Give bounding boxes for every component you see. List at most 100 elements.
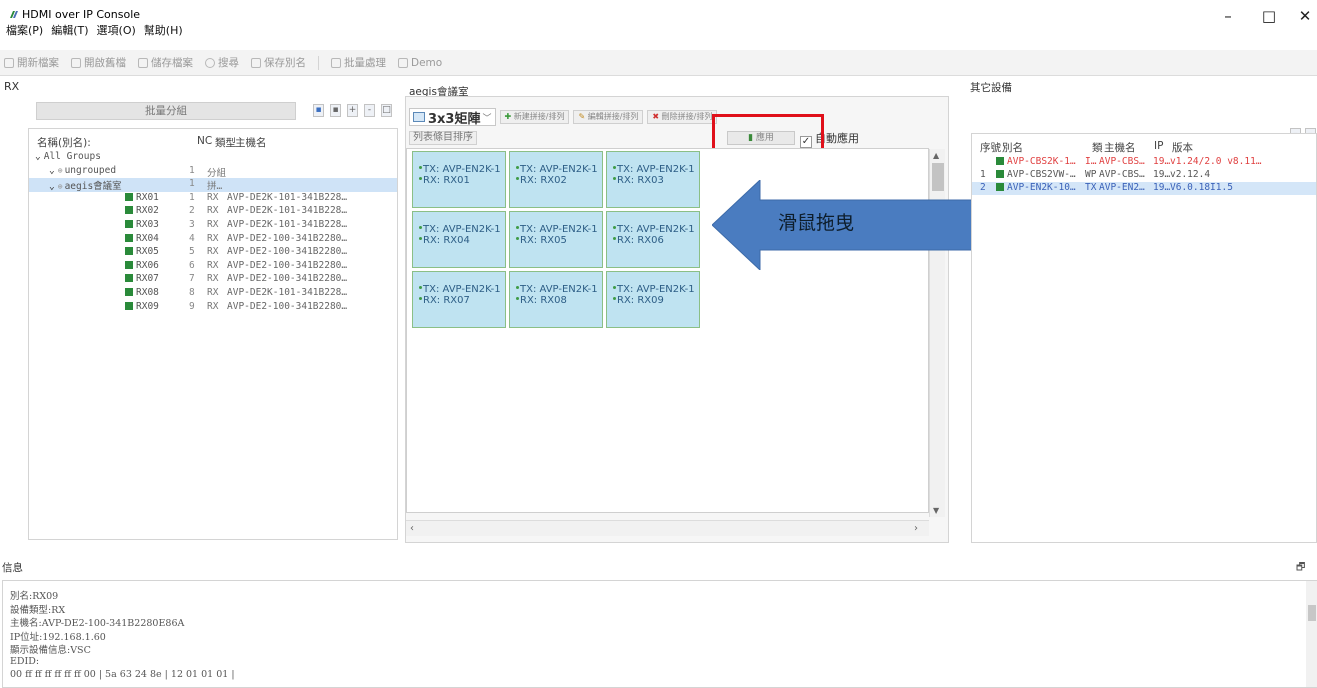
rx-tool-button-5[interactable]: □ [381,104,392,117]
menu-help[interactable]: 幫助(H) [144,22,183,40]
info-line: EDID: [10,655,40,667]
open-file-icon [71,57,81,68]
device-icon [125,288,133,296]
tree-item-label: RX02 [136,205,159,217]
batch-icon [331,57,341,68]
rx-device-row[interactable]: RX06 6 RX AVP-DE2-100-341B2280… [29,260,397,274]
rx-tree: 名稱(別名): NC 類型 主機名 ⌄ All Groups ⌄ ⊕ ungrouped… [28,128,398,540]
matrix-cell-rx: RX: RX03 [613,175,699,186]
tree-item-label: RX08 [136,287,159,298]
info-line: 00 ff ff ff ff ff ff 00 | 5a 63 24 8e | … [10,669,235,680]
minimize-button[interactable]: – [1211,4,1245,28]
device-type: WP [1085,169,1097,180]
menu-options[interactable]: 選項(O) [97,22,136,40]
matrix-cell-rx: RX: RX08 [516,295,602,306]
title-bar: HDMI over IP Console – □ ✕ [0,0,1317,30]
remove-button[interactable]: - [364,104,375,117]
col-name[interactable]: 名稱(別名): [37,135,91,150]
matrix-cell-tx: TX: AVP-EN2K-1 [516,164,602,175]
scroll-left-icon[interactable]: ‹ [410,523,414,534]
demo-button[interactable]: Demo [398,57,442,69]
info-scrollbar[interactable] [1306,581,1317,687]
rx-device-row[interactable]: RX07 7 RX AVP-DE2-100-341B2280… [29,273,397,287]
matrix-cell[interactable]: TX: AVP-EN2K-1 RX: RX08 [509,271,603,328]
rx-tool-button-1[interactable]: ▪ [313,104,324,117]
close-button[interactable]: ✕ [1293,4,1317,28]
sort-list-button[interactable]: 列表條目排序 [409,131,477,145]
new-file-icon [4,57,14,68]
device-type: TX [1085,182,1097,193]
col-alias[interactable]: 別名 [1002,140,1023,155]
maximize-button[interactable]: □ [1252,4,1286,28]
matrix-select[interactable]: 3x3矩陣 ﹀ [409,108,496,127]
rx-device-row[interactable]: RX09 9 RX AVP-DE2-100-341B2280… [29,301,397,315]
device-icon [125,220,133,228]
batch-group-button[interactable]: 批量分組 [36,102,296,120]
matrix-cell[interactable]: TX: AVP-EN2K-1 RX: RX02 [509,151,603,208]
tree-group-row[interactable]: ⌄ All Groups [29,151,397,165]
menu-edit[interactable]: 編輯(T) [51,22,88,40]
scroll-down-icon[interactable]: ▼ [933,506,939,515]
col-host[interactable]: 主機名 [1104,140,1136,155]
tree-item-nc: 5 [189,246,195,258]
matrix-cell[interactable]: TX: AVP-EN2K-1 RX: RX01 [412,151,506,208]
matrix-cell[interactable]: TX: AVP-EN2K-1 RX: RX03 [606,151,700,208]
col-type[interactable]: 類型 [215,135,236,150]
col-no[interactable]: 序號 [980,140,1001,155]
device-icon [125,274,133,283]
save-alias-button[interactable]: 保存別名 [251,55,306,70]
other-device-row[interactable]: 2 AVP-EN2K-10… TX AVP-EN2… 19… V6.0.18I1.5 [972,182,1316,195]
open-file-button[interactable]: 開啟舊檔 [71,55,126,70]
matrix-cell[interactable]: TX: AVP-EN2K-1 RX: RX09 [606,271,700,328]
search-button[interactable]: 搜尋 [205,55,239,70]
col-host[interactable]: 主機名 [235,135,267,150]
tree-group-row[interactable]: ⌄ ⊕ aegis會議室 1 拼… [29,178,397,193]
new-layout-button[interactable]: ✚ 新建拼接/排列 [499,110,570,124]
chevron-down-icon[interactable]: ⌄ [49,165,55,176]
save-file-button[interactable]: 儲存檔案 [138,55,193,70]
matrix-cell[interactable]: TX: AVP-EN2K-1 RX: RX04 [412,211,506,268]
tree-item-host: AVP-DE2-100-341B2280… [227,273,348,285]
batch-process-button[interactable]: 批量處理 [331,55,386,70]
other-device-row[interactable]: 1 AVP-CBS2VW-… WP AVP-CBS… 19… v2.12.4 [972,169,1316,182]
add-button[interactable]: + [347,104,358,117]
scroll-thumb[interactable] [1308,605,1316,621]
tree-item-label: RX01 [136,191,159,203]
tree-item-nc: 2 [189,205,195,217]
col-ip[interactable]: IP [1154,140,1163,152]
rx-device-row[interactable]: RX01 1 RX AVP-DE2K-101-341B228… [29,192,397,206]
col-type[interactable]: 類 [1092,140,1103,155]
info-line: 別名:RX09 [10,591,59,602]
menu-file[interactable]: 檔案(P) [6,22,43,40]
device-version: v1.24/2.0 v8.11… [1170,156,1262,167]
new-file-button[interactable]: 開新檔案 [4,55,59,70]
delete-layout-button[interactable]: ✖ 刪除拼接/排列 [647,110,718,124]
matrix-cell[interactable]: TX: AVP-EN2K-1 RX: RX05 [509,211,603,268]
edit-layout-button[interactable]: ✎ 編輯拼接/排列 [573,110,644,124]
rx-device-row[interactable]: RX05 5 RX AVP-DE2-100-341B2280… [29,246,397,260]
tree-item-nc: 9 [189,300,195,312]
rx-device-row[interactable]: RX08 8 RX AVP-DE2K-101-341B228… [29,287,397,301]
tree-item-type: RX [207,246,219,258]
tree-group-row[interactable]: ⌄ ⊕ ungrouped 1 分組 [29,165,397,179]
col-nc[interactable]: NC [197,135,212,147]
matrix-cell-tx: TX: AVP-EN2K-1 [419,284,505,295]
scroll-up-icon[interactable]: ▲ [933,151,939,160]
tree-item-type: 分組 [207,167,227,179]
matrix-cell-rx: RX: RX06 [613,235,699,246]
chevron-down-icon[interactable]: ⌄ [49,181,55,192]
device-icon [996,170,1004,178]
device-host: AVP-CBS… [1099,156,1145,167]
rx-device-row[interactable]: RX03 3 RX AVP-DE2K-101-341B228… [29,219,397,233]
rx-device-row[interactable]: RX02 2 RX AVP-DE2K-101-341B228… [29,205,397,219]
matrix-cell[interactable]: TX: AVP-EN2K-1 RX: RX06 [606,211,700,268]
col-version[interactable]: 版本 [1172,140,1193,155]
scroll-right-icon[interactable]: › [914,523,918,534]
other-device-row[interactable]: AVP-CBS2K-1… I… AVP-CBS… 19… v1.24/2.0 v8.11… [972,156,1316,169]
chevron-down-icon[interactable]: ⌄ [35,151,41,162]
matrix-horizontal-scrollbar[interactable]: ‹ › [406,520,929,536]
matrix-cell[interactable]: TX: AVP-EN2K-1 RX: RX07 [412,271,506,328]
rx-tool-button-2[interactable]: ▪ [330,104,341,117]
rx-device-row[interactable]: RX04 4 RX AVP-DE2-100-341B2280… [29,233,397,247]
pin-icon[interactable]: 🗗 [1296,560,1305,577]
